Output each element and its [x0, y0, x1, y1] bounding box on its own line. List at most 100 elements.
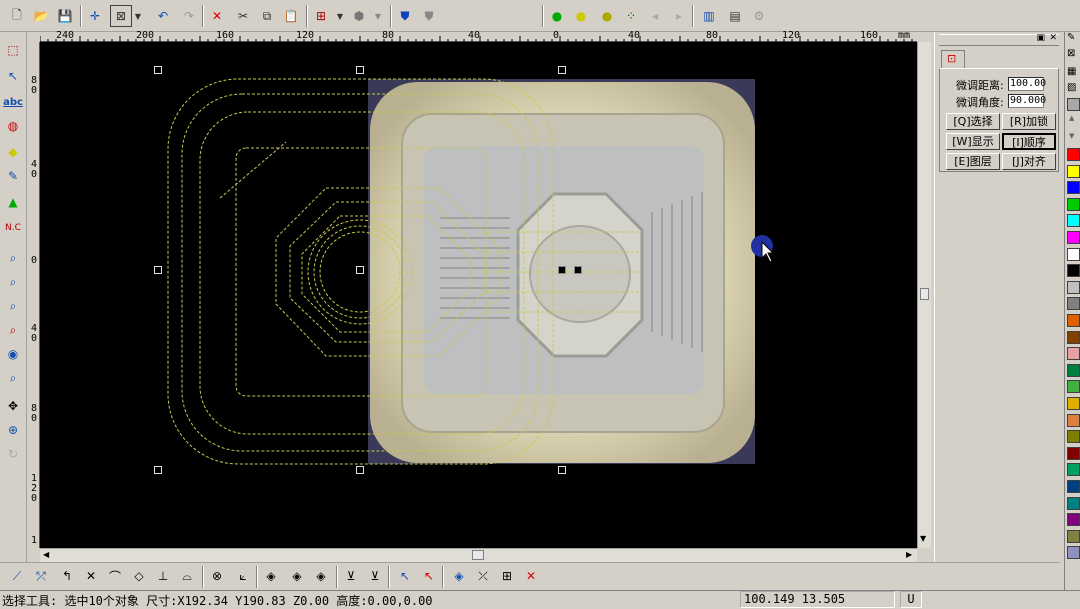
palette-scroll-down-icon[interactable]: ▼ — [1069, 132, 1074, 140]
arrow-left-icon[interactable]: ◂ — [644, 5, 666, 27]
baseline-icon[interactable]: ⊻ — [340, 566, 362, 586]
copy-icon[interactable]: ⧉ — [256, 5, 278, 27]
scroll-right-icon[interactable]: ▶ — [906, 550, 912, 559]
bulb-yellow-icon[interactable]: ● — [570, 5, 592, 27]
selection-handle-tl[interactable] — [154, 66, 162, 74]
color-swatch[interactable] — [1067, 264, 1080, 278]
trim-icon[interactable]: ✕ — [80, 566, 102, 586]
node-edit-icon[interactable]: ↖ — [2, 66, 24, 86]
bulb-question-icon[interactable]: ● — [596, 5, 618, 27]
pan-icon[interactable]: ✥ — [2, 396, 24, 416]
order-button[interactable]: [I]顺序 — [1002, 133, 1056, 150]
palette-scroll-up-icon[interactable]: ▲ — [1069, 114, 1074, 122]
color-swatch[interactable] — [1067, 546, 1080, 560]
hatch-icon[interactable]: ▨ — [1067, 82, 1076, 93]
pen-icon[interactable]: ✎ — [1067, 32, 1075, 43]
drawing-canvas[interactable] — [40, 42, 917, 548]
color-swatch[interactable] — [1067, 98, 1080, 111]
color-swatch[interactable] — [1067, 413, 1080, 427]
scroll-left-icon[interactable]: ◀ — [43, 550, 49, 559]
save-icon[interactable]: 💾 — [54, 5, 76, 27]
bulb-green-icon[interactable]: ● — [546, 5, 568, 27]
zoom-window-icon[interactable]: ⌕ — [2, 248, 24, 268]
node-join-icon[interactable]: ⊞ — [496, 566, 518, 586]
chevron-down-icon[interactable]: ▼ — [372, 5, 384, 27]
text-tool-icon[interactable]: abc — [2, 92, 24, 112]
pointer-remove-icon[interactable]: ↖ — [418, 566, 440, 586]
show-button[interactable]: [W]显示 — [946, 133, 1000, 150]
open-file-icon[interactable]: 📂 — [30, 5, 52, 27]
horizontal-scrollbar[interactable]: ◀ ▶ — [40, 548, 917, 562]
paste-icon[interactable]: 📋 — [280, 5, 302, 27]
node-icon[interactable]: ⊗ — [206, 566, 228, 586]
select-tool-icon[interactable]: ⬚ — [2, 40, 24, 60]
undo-icon[interactable]: ↶ — [152, 5, 174, 27]
color-swatch[interactable] — [1067, 529, 1080, 543]
selection-handle-mr2[interactable] — [574, 266, 582, 274]
grid-icon[interactable]: ⊞ — [310, 5, 332, 27]
book-icon[interactable]: ▥ — [698, 5, 720, 27]
corner-icon[interactable]: ⟀ — [232, 566, 254, 586]
color-swatch[interactable] — [1067, 430, 1080, 444]
zoom-layer-icon[interactable]: ⌕ — [2, 320, 24, 340]
align-diamond-icon[interactable]: ◈ — [260, 566, 282, 586]
color-swatch[interactable] — [1067, 148, 1080, 161]
layer-button[interactable]: [E]图层 — [946, 153, 1000, 170]
color-swatch[interactable] — [1067, 197, 1080, 211]
color-swatch[interactable] — [1067, 496, 1080, 510]
pointer-add-icon[interactable]: ↖ — [394, 566, 416, 586]
color-swatch[interactable] — [1067, 363, 1080, 377]
zoom-selected-icon[interactable]: ⌕ — [2, 296, 24, 316]
selection-handle-tr[interactable] — [558, 66, 566, 74]
ellipse-tool-icon[interactable]: ◍ — [2, 116, 24, 136]
color-swatch[interactable] — [1067, 446, 1080, 460]
color-swatch[interactable] — [1067, 330, 1080, 344]
color-swatch[interactable] — [1067, 247, 1080, 261]
color-swatch[interactable] — [1067, 463, 1080, 477]
zoom-page-icon[interactable]: ⌕ — [2, 368, 24, 388]
arc-tool-icon[interactable]: N.C — [2, 218, 24, 238]
restore-icon[interactable]: ▣ — [1036, 33, 1045, 43]
layers-icon[interactable]: ⁘ — [620, 5, 642, 27]
fill-tool-icon[interactable]: ◆ — [2, 142, 24, 162]
selection-handle-br[interactable] — [558, 466, 566, 474]
node-break-icon[interactable]: ⤫ — [472, 566, 494, 586]
arrow-right-icon[interactable]: ▸ — [668, 5, 690, 27]
fillet-icon[interactable]: ↰ — [56, 566, 78, 586]
cut-icon[interactable]: ✂ — [232, 5, 254, 27]
select-box-icon[interactable]: ⊠ — [110, 5, 132, 27]
pen-tool-icon[interactable]: ✎ — [2, 166, 24, 186]
fill-pattern-icon[interactable]: ▦ — [1067, 66, 1076, 77]
align-diamond3-icon[interactable]: ◈ — [310, 566, 332, 586]
color-swatch[interactable] — [1067, 181, 1080, 195]
selection-handle-bc[interactable] — [356, 466, 364, 474]
new-file-icon[interactable]: 🗋 — [6, 5, 28, 27]
selection-center-handle[interactable] — [356, 266, 364, 274]
3d-box-icon[interactable]: ⬢ — [348, 5, 370, 27]
view-eye-icon[interactable]: ◉ — [2, 344, 24, 364]
tab-object[interactable]: ⊡ — [941, 50, 965, 68]
lock-button[interactable]: [R]加锁 — [1002, 113, 1056, 130]
selection-handle-tc[interactable] — [356, 66, 364, 74]
close-icon[interactable]: ✕ — [1049, 33, 1057, 43]
color-swatch[interactable] — [1067, 513, 1080, 527]
color-swatch[interactable] — [1067, 347, 1080, 361]
selection-handle-mr[interactable] — [558, 266, 566, 274]
chevron-down-icon[interactable]: ▼ — [334, 5, 346, 27]
align-button[interactable]: [J]对齐 — [1002, 153, 1056, 170]
color-swatch[interactable] — [1067, 214, 1080, 228]
extend-icon[interactable]: ⤱ — [30, 566, 52, 586]
color-swatch[interactable] — [1067, 397, 1080, 410]
fine-angle-field[interactable]: 90.000 — [1008, 94, 1046, 108]
selection-handle-bl[interactable] — [154, 466, 162, 474]
line-tool-icon[interactable]: ⟋ — [6, 566, 28, 586]
settings-icon[interactable]: ⚙ — [748, 5, 770, 27]
table-icon[interactable]: ▤ — [724, 5, 746, 27]
delete-icon[interactable]: ✕ — [206, 5, 228, 27]
chevron-down-icon[interactable]: ▼ — [132, 5, 144, 27]
select-button[interactable]: [Q]选择 — [946, 113, 1000, 130]
zoom-icon[interactable]: ⌕ — [2, 272, 24, 292]
zoom-in-icon[interactable]: ⊕ — [2, 420, 24, 440]
scroll-thumb[interactable] — [920, 288, 929, 300]
bell-tool-icon[interactable]: ▲ — [2, 192, 24, 212]
